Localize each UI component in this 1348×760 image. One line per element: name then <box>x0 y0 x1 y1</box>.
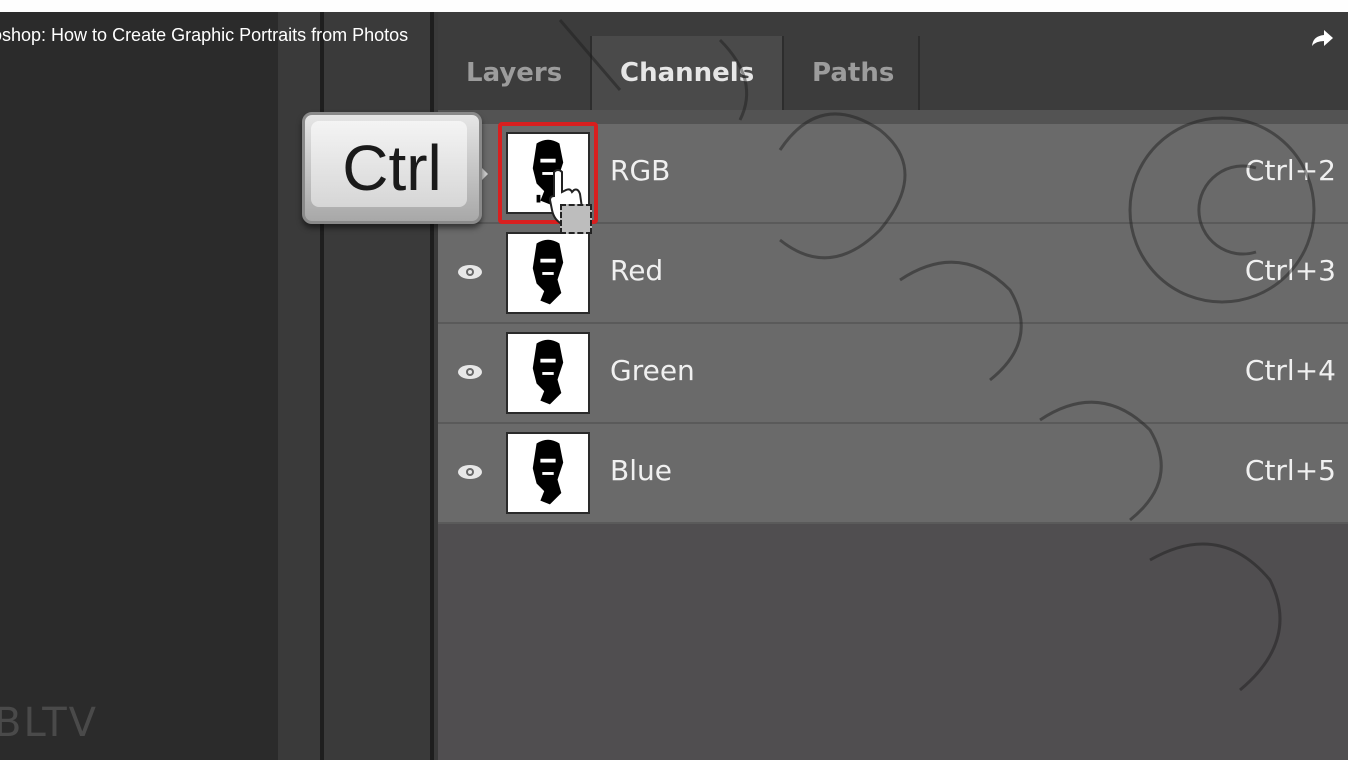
tab-separator <box>918 36 920 110</box>
channel-shortcut: Ctrl+2 <box>1244 154 1336 187</box>
channels-panel: Layers Channels Paths RGB Ctrl+2 Red Ctr… <box>438 12 1348 760</box>
channel-thumbnail <box>506 332 590 414</box>
channel-thumbnail <box>506 232 590 314</box>
channel-name: RGB <box>610 154 671 187</box>
channel-name: Green <box>610 354 695 387</box>
tab-paths[interactable]: Paths <box>784 36 922 110</box>
key-label: Ctrl <box>342 132 442 204</box>
eye-icon[interactable] <box>456 262 484 282</box>
portrait-thumbnail-icon <box>532 439 564 505</box>
channel-row-red[interactable]: Red Ctrl+3 <box>438 224 1348 324</box>
tab-channels[interactable]: Channels <box>592 36 783 110</box>
channel-name: Blue <box>610 454 672 487</box>
channel-thumbnail <box>506 432 590 514</box>
expand-caret-icon <box>482 168 488 180</box>
panel-tab-bar: Layers Channels Paths <box>438 12 1348 110</box>
share-arrow-icon[interactable] <box>1310 28 1334 48</box>
channel-name: Red <box>610 254 664 287</box>
channel-shortcut: Ctrl+3 <box>1244 254 1336 287</box>
left-dark-area <box>0 12 280 760</box>
empty-panel-area <box>438 524 1348 760</box>
eye-icon[interactable] <box>456 462 484 482</box>
drag-selection-icon <box>560 204 592 234</box>
channel-shortcut: Ctrl+5 <box>1244 454 1336 487</box>
portrait-thumbnail-icon <box>532 239 564 305</box>
bltv-watermark: BLTV <box>0 700 99 746</box>
eye-icon[interactable] <box>456 362 484 382</box>
tab-layers[interactable]: Layers <box>438 36 590 110</box>
channel-shortcut: Ctrl+4 <box>1244 354 1336 387</box>
video-title: oshop: How to Create Graphic Portraits f… <box>0 25 409 45</box>
ctrl-key-overlay: Ctrl <box>302 112 482 224</box>
channel-row-blue[interactable]: Blue Ctrl+5 <box>438 424 1348 524</box>
channel-row-green[interactable]: Green Ctrl+4 <box>438 324 1348 424</box>
portrait-thumbnail-icon <box>532 339 564 405</box>
